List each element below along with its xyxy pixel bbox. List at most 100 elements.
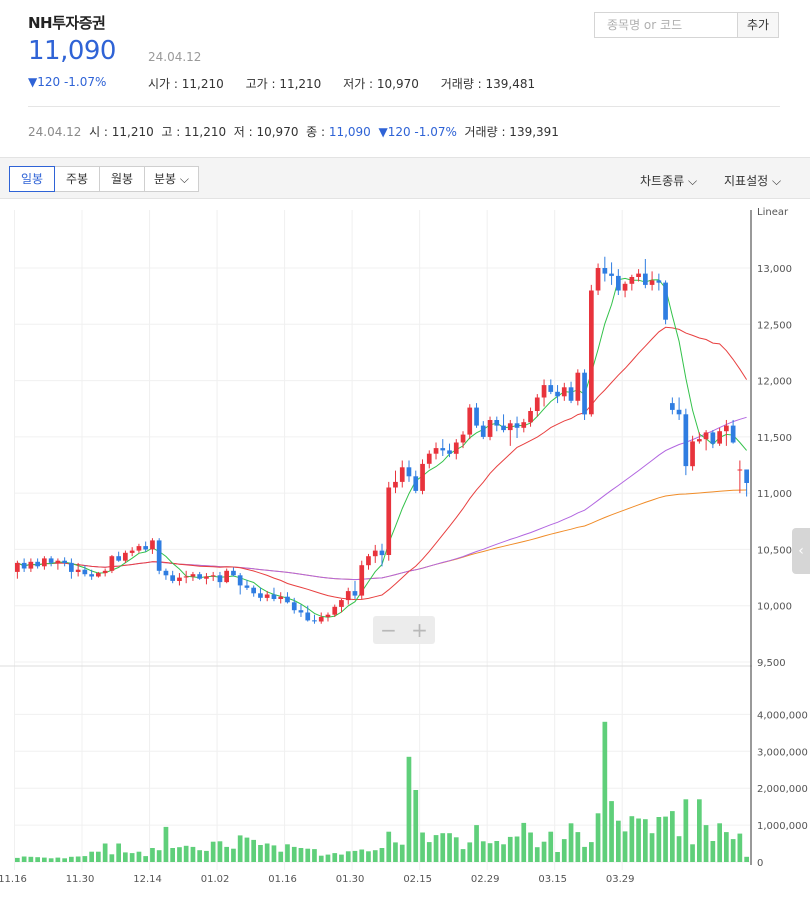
volume-bar: [163, 826, 169, 862]
quote-date: 24.04.12: [148, 50, 202, 64]
candle-body: [663, 282, 668, 320]
candle-body: [116, 556, 121, 561]
ma5-line: [17, 277, 747, 618]
volume-bar: [737, 833, 743, 862]
x-tick-label: 03.29: [606, 874, 635, 885]
volume-bar: [568, 823, 574, 863]
stock-search-box: [594, 12, 738, 38]
zoom-in-button[interactable]: +: [404, 618, 435, 642]
candle-body: [35, 561, 40, 567]
candle-body: [474, 407, 479, 426]
candle-body: [697, 439, 702, 442]
candle-body: [568, 387, 574, 401]
volume-bar: [318, 855, 324, 862]
candle-body: [21, 562, 27, 569]
candle-body: [534, 397, 540, 411]
candle-body: [528, 411, 533, 423]
volume-bar: [21, 856, 27, 862]
open-price: 시가 : 11,210: [148, 77, 224, 91]
volume-tick-label: 1,000,000: [757, 821, 808, 832]
candle-body: [433, 448, 439, 454]
volume-bar: [467, 842, 473, 862]
stock-search-input[interactable]: [607, 14, 737, 36]
x-tick-label: 01.30: [336, 874, 365, 885]
candle-body: [339, 600, 344, 607]
volume-bar: [555, 852, 560, 862]
volume-bar: [393, 842, 398, 862]
candle-body: [426, 453, 432, 464]
candle-body: [480, 425, 486, 437]
x-tick-label: 01.16: [268, 874, 297, 885]
chart-type-menu[interactable]: 차트종류 ⌵: [640, 172, 697, 189]
candle-body: [595, 268, 601, 291]
candle-body: [737, 469, 743, 471]
candle-body: [447, 450, 452, 454]
side-panel-toggle[interactable]: ‹: [792, 528, 810, 574]
volume-bar: [717, 823, 722, 863]
add-button[interactable]: 추가: [737, 12, 779, 38]
volume-bar: [48, 858, 54, 862]
volume-bar: [622, 831, 628, 862]
volume-bar: [69, 856, 74, 862]
chart-toolbar: 일봉 주봉 월봉 분봉 ⌵ 차트종류 ⌵ 지표설정 ⌵: [0, 157, 810, 199]
volume-bar: [359, 849, 365, 862]
candle-body: [102, 570, 108, 574]
volume-bar: [710, 841, 716, 862]
volume-bar: [96, 851, 101, 862]
candle-body: [278, 596, 284, 599]
candle-body: [190, 574, 196, 577]
candle-body: [271, 594, 277, 599]
candle-body: [609, 273, 614, 276]
candle-body: [616, 275, 621, 291]
candle-body: [710, 432, 716, 444]
volume-bar: [548, 831, 554, 862]
volume-bar: [453, 837, 459, 862]
indicator-settings-menu[interactable]: 지표설정 ⌵: [724, 172, 781, 189]
volume-bar: [75, 856, 81, 862]
volume-bar: [224, 846, 229, 862]
ohlc-date: 24.04.12: [28, 125, 82, 139]
candle-body: [156, 540, 162, 571]
candle-body: [649, 280, 655, 285]
x-tick-label: 11.30: [66, 874, 95, 885]
tab-daily[interactable]: 일봉: [9, 166, 55, 192]
volume-bar: [602, 721, 608, 862]
volume-bar: [440, 833, 446, 862]
volume-bar: [15, 857, 20, 862]
price-tick-label: 10,000: [757, 602, 792, 613]
current-price: 11,090: [28, 36, 116, 66]
candle-body: [379, 550, 385, 556]
candle-body: [629, 277, 635, 284]
candle-body: [177, 577, 182, 581]
candle-body: [386, 487, 392, 555]
volume-bar: [534, 847, 540, 862]
tab-minute[interactable]: 분봉 ⌵: [144, 166, 199, 192]
candle-body: [325, 614, 331, 617]
tab-weekly[interactable]: 주봉: [54, 166, 100, 192]
scale-label: Linear: [757, 207, 789, 218]
volume-tick-label: 4,000,000: [757, 710, 808, 721]
volume-bar: [143, 856, 148, 862]
candle-body: [298, 610, 304, 613]
tab-monthly[interactable]: 월봉: [99, 166, 145, 192]
ohlc-summary: 24.04.12 시 : 11,210 고 : 11,210 저 : 10,97…: [28, 123, 559, 140]
volume-bar: [42, 857, 47, 862]
volume-bar: [89, 851, 94, 862]
price-tick-label: 11,500: [757, 433, 792, 444]
volume-bar: [670, 811, 675, 862]
candle-body: [670, 403, 675, 410]
volume-bar: [339, 854, 344, 862]
volume-bar: [413, 790, 419, 862]
x-tick-label: 01.02: [201, 874, 230, 885]
candle-body: [258, 593, 263, 598]
volume-bar: [474, 825, 479, 862]
volume-bar: [730, 839, 736, 862]
candle-body: [467, 407, 473, 435]
stock-chart[interactable]: 11.16 11.30 12.14 01.02 01.16 01.30 02.15 02.29…: [0, 200, 810, 900]
volume-bar: [82, 856, 88, 862]
candle-body: [399, 467, 405, 482]
volume-bar: [460, 849, 466, 862]
price-tick-label: 9,500: [757, 658, 786, 669]
candle-body: [440, 448, 446, 451]
zoom-out-button[interactable]: −: [373, 618, 404, 642]
